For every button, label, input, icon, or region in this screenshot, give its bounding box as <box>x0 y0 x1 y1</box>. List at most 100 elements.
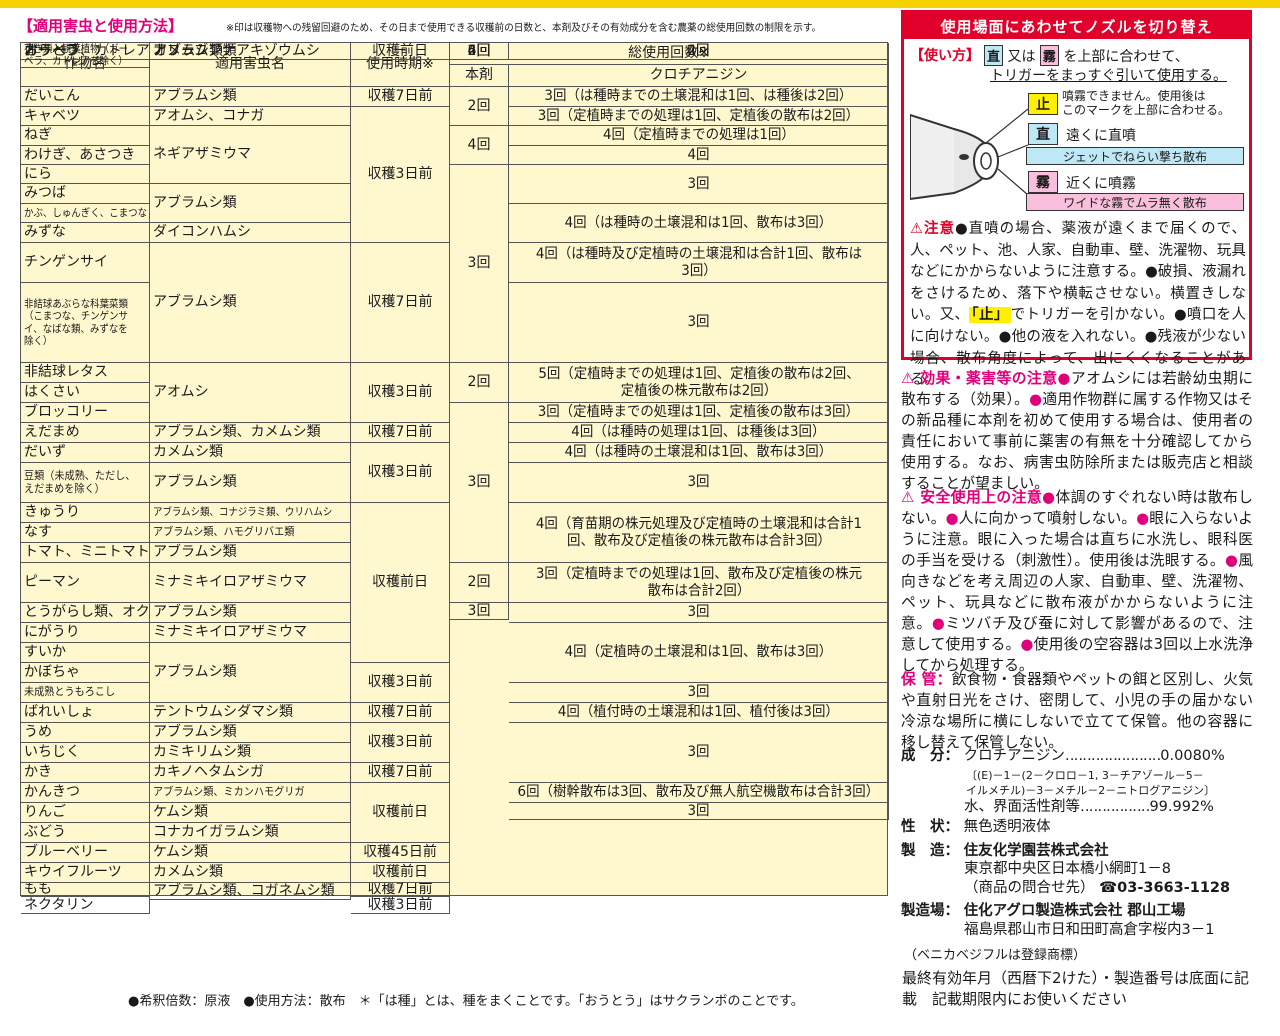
ingredient-count-cell-text: 3回 <box>687 474 710 491</box>
pest-cell: アブラムシ類、カメムシ類 <box>150 423 351 443</box>
crop-cell: かんきつ <box>21 783 150 803</box>
maker-contact-label: （商品の問合せ先） <box>964 880 1095 896</box>
this-count-cell-text: 4回 <box>467 136 491 153</box>
ingredient-count-cell: 3回 <box>509 683 889 703</box>
crop-cell: きゅうり <box>21 503 150 523</box>
crop-cell: トマト、ミニトマト <box>21 543 150 563</box>
usage-table: 作物名 適用害虫名 使用時期※ 総使用回数※ 本剤 クロチアニジン だいこん キャベツ ねぎ わけ… <box>20 42 889 915</box>
ingredient-count-cell: 5回（定植時までの処理は1回、定植後の散布は2回、定植後の株元散布は2回） <box>509 363 889 403</box>
pest-cell-text: アブラムシ類 <box>153 194 237 211</box>
crop-cell: 花き類・観葉植物（ガーベラ、カトレアを除く） <box>21 43 150 69</box>
timing-cell: 収穫7日前 <box>351 243 450 363</box>
mist-bar: ワイドな霧でムラ無く散布 <box>1026 193 1244 211</box>
ingredient-count-cell: 3回（は種時までの土壌混和は1回、は種後は2回） <box>509 87 889 107</box>
comp-value: 0.0080% <box>1160 748 1225 764</box>
pest-cell-text: アブラムシ類、コガネムシ類 <box>153 883 335 899</box>
pest-cell-text: アブラムシ類、カメムシ類 <box>153 424 321 441</box>
crop-cell-text: かぶ、しゅんぎく、こまつな <box>24 206 148 219</box>
ingredient-count-cell: 4回（定植時の土壌混和は1回、散布は3回） <box>509 623 889 683</box>
pest-cell-text: ダイコンハムシ <box>153 224 251 241</box>
crop-cell-text: だいず <box>24 444 66 461</box>
pest-cell-text: アブラムシ類 <box>153 724 237 741</box>
ingredient-count-cell: 4回（定植時までの処理は1回） <box>509 126 889 146</box>
caution-head: ⚠注意 <box>910 221 955 237</box>
ingredient-count-cell: 4回（育苗期の株元処理及び定植時の土壌混和は合計1回、散布及び定植後の株元散布は… <box>509 503 889 563</box>
ingredient-count-cell-text: 3回（定植時までの処理は1回、定植後の散布は2回） <box>537 107 860 124</box>
crop-cell-text: キウイフルーツ <box>24 864 122 881</box>
pest-cell-text: アブラムシ類 <box>153 664 237 681</box>
timing-cell: － <box>351 43 450 61</box>
ingredient-count-cell: 6回（樹幹散布は3回、散布及び無人航空機散布は合計3回） <box>509 783 889 803</box>
crop-cell-text: かんきつ <box>24 784 80 801</box>
ingredient-count-cell-text: 3回（定植時までの処理は1回、散布及び定植後の株元散布は合計2回） <box>535 566 862 599</box>
crop-cell: うめ <box>21 723 150 743</box>
this-count-cell: 4回 <box>450 43 509 61</box>
mist-text: 近くに噴霧 <box>1066 176 1136 192</box>
ingredient-count-cell-text: 3回 <box>687 684 710 701</box>
timing-cell: 収穫7日前 <box>351 423 450 443</box>
ingredient-count-cell: 3回（定植時までの処理は1回、定植後の散布は2回） <box>509 107 889 126</box>
crop-cell: 豆類（未成熟、ただし、えだまめを除く） <box>21 463 150 503</box>
pest-cell: アブラムシ類 <box>150 43 351 61</box>
crop-cell-text: ねぎ <box>24 127 52 144</box>
timing-cell: 収穫3日前 <box>351 107 450 243</box>
ingredient-count-cell-text: 5回（定植時までの処理は1回、定植後の散布は2回、定植後の株元散布は2回） <box>537 366 860 399</box>
crop-cell: すいか <box>21 643 150 663</box>
storage-text: 飲食物・食器類やペットの餌と区別し、火気や直射日光をさけ、密閉して、小児の手の届… <box>901 671 1253 751</box>
timing-cell-text: － <box>393 43 407 59</box>
timing-cell-text: 収穫3日前 <box>367 384 433 401</box>
timing-cell-text: 収穫3日前 <box>367 464 433 481</box>
plant: 製造場： 住化アグロ製造株式会社 郡山工場 <box>901 899 1185 920</box>
crop-cell-text: キャベツ <box>24 107 80 124</box>
effect-bullet-1: ● <box>1057 370 1071 387</box>
crop-cell-text: いちじく <box>24 744 80 761</box>
ingredient-count-cell-text: 3回 <box>687 604 710 621</box>
crop-cell: かぶ、しゅんぎく、こまつな <box>21 204 150 223</box>
straight-bar: ジェットでねらい撃ち散布 <box>1026 147 1244 165</box>
comp-other-value: 99.992% <box>1149 799 1214 815</box>
crop-cell: かぼちゃ <box>21 663 150 683</box>
crop-cell: みずな <box>21 223 150 243</box>
this-count-cell-text: 3回 <box>467 603 491 619</box>
maker-tel: ☎03-3663-1128 <box>1099 880 1231 896</box>
crop-cell-text: もも <box>24 883 52 897</box>
this-count-cell: 3回 <box>450 165 509 363</box>
pest-cell: アブラムシ類、コガネムシ類 <box>150 883 351 901</box>
safety-head: ⚠ 安全使用上の注意 <box>901 489 1043 506</box>
crop-cell-text: うめ <box>24 724 52 741</box>
safety-section: ⚠ 安全使用上の注意●体調のすぐれない時は散布しない。●人に向かって噴射しない。… <box>901 487 1253 676</box>
crop-cell-text: 花き類・観葉植物（ガーベラ、カトレアを除く） <box>24 43 128 68</box>
this-count-cell: 3回 <box>450 603 509 621</box>
top-yellow-bar <box>0 0 1280 8</box>
timing-cell: 収穫前日 <box>351 783 450 843</box>
pest-cell-text: アブラムシ類、ミカンハモグリガ <box>153 785 305 799</box>
pest-cell-text: カキノヘタムシガ <box>153 764 265 781</box>
pest-cell: アブラムシ類 <box>150 643 351 703</box>
pest-cell-text: アオムシ、コナガ <box>153 107 265 124</box>
pest-cell: カキノヘタムシガ <box>150 763 351 783</box>
usage-label: 【使い方】 <box>910 48 980 64</box>
crop-cell-text: ばれいしょ <box>24 704 94 721</box>
crop-cell: だいこん <box>21 87 150 107</box>
header-this-text: 本剤 <box>465 67 493 84</box>
straight-chip-inline: 直 <box>984 45 1004 66</box>
crop-cell-text: とうがらし類、オクラ <box>24 604 150 621</box>
ingredient-count-cell: 3回 <box>509 283 889 363</box>
timing-cell-text: 収穫45日前 <box>363 844 437 861</box>
ingredient-count-cell-text: 6回（樹幹散布は3回、散布及び無人航空機散布は合計3回） <box>517 784 880 801</box>
timing-cell-text: 収穫7日前 <box>367 764 433 781</box>
timing-cell: 収穫3日前 <box>351 897 450 915</box>
crop-cell-text: ピーマン <box>24 574 80 591</box>
pest-cell: アブラムシ類 <box>150 243 351 363</box>
pest-cell-text: アブラムシ類、コナジラミ類、ウリハムシ <box>153 506 333 519</box>
pest-cell-text: アブラムシ類 <box>153 604 237 621</box>
crop-cell-text: ブロッコリー <box>24 404 108 421</box>
crop-cell-text: かぼちゃ <box>24 664 80 681</box>
pest-cell: アブラムシ類 <box>150 463 351 503</box>
pest-cell-text: カメムシ類 <box>153 444 223 461</box>
timing-cell-text: 収穫3日前 <box>367 166 433 183</box>
table-footnote: ●希釈倍数：原液 ●使用方法：散布 ＊「は種」とは、種をまくことです。「おうとう… <box>128 994 804 1009</box>
timing-cell: 収穫3日前 <box>351 363 450 423</box>
pest-cell: コナカイガラムシ類 <box>150 823 351 843</box>
caution-stop: 「止」 <box>969 307 1011 324</box>
